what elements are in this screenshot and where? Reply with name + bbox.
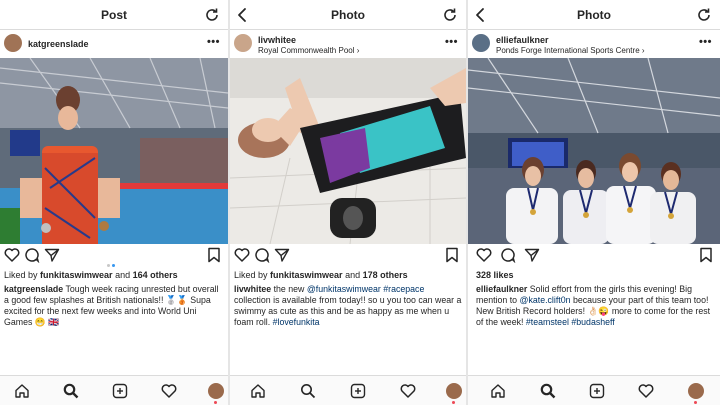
bookmark-icon[interactable]: [698, 247, 714, 263]
post-location[interactable]: Royal Commonwealth Pool ›: [258, 46, 359, 55]
caption-hashtag[interactable]: #teamsteel: [526, 317, 569, 327]
share-icon[interactable]: [274, 247, 290, 263]
liker-username[interactable]: funkitaswimwear: [270, 270, 343, 280]
refresh-icon[interactable]: [442, 7, 458, 23]
post-panel-livwhitee: Photo livwhitee Royal Commonwealth Pool …: [230, 0, 466, 405]
post-caption: livwhitee the new @funkitaswimwear #race…: [234, 284, 462, 328]
home-icon[interactable]: [490, 383, 506, 399]
caption-text: the new: [271, 284, 307, 294]
caption-username[interactable]: elliefaulkner: [476, 284, 527, 294]
post-photo[interactable]: [0, 58, 228, 244]
top-bar: Post: [0, 0, 228, 30]
bottom-nav: [468, 375, 720, 405]
likes-prefix: Liked by: [234, 270, 271, 280]
post-caption: katgreenslade Tough week racing unrested…: [4, 284, 224, 328]
caption-mention[interactable]: @funkitaswimwear: [307, 284, 381, 294]
post-actions: [230, 247, 466, 267]
comment-icon[interactable]: [24, 247, 40, 263]
refresh-icon[interactable]: [204, 7, 220, 23]
caption-text: collection is available from today!! so …: [234, 295, 462, 327]
likes-and: and: [342, 270, 363, 280]
likes-and: and: [112, 270, 133, 280]
comment-icon[interactable]: [254, 247, 270, 263]
caption-hashtag[interactable]: #budasheff: [571, 317, 614, 327]
activity-icon[interactable]: [400, 383, 416, 399]
comment-icon[interactable]: [500, 247, 516, 263]
carousel-indicator: [106, 254, 116, 267]
heart-icon[interactable]: [234, 247, 250, 263]
likes-count[interactable]: 164 others: [133, 270, 178, 280]
notification-dot: [452, 401, 455, 404]
top-bar: Photo: [230, 0, 466, 30]
more-options-icon[interactable]: •••: [207, 36, 220, 48]
refresh-icon[interactable]: [696, 7, 712, 23]
top-bar: Photo: [468, 0, 720, 30]
likes-count[interactable]: 178 others: [363, 270, 408, 280]
heart-icon[interactable]: [4, 247, 20, 263]
profile-avatar[interactable]: [208, 383, 224, 399]
home-icon[interactable]: [14, 383, 30, 399]
share-icon[interactable]: [44, 247, 60, 263]
post-caption: elliefaulkner Solid effort from the girl…: [476, 284, 716, 328]
activity-icon[interactable]: [638, 383, 654, 399]
bottom-nav: [230, 375, 466, 405]
home-icon[interactable]: [250, 383, 266, 399]
search-icon[interactable]: [300, 383, 316, 399]
notification-dot: [694, 401, 697, 404]
likes-count[interactable]: 328 likes: [476, 270, 514, 280]
search-icon[interactable]: [540, 383, 556, 399]
caption-hashtag[interactable]: #racepace: [383, 284, 424, 294]
bottom-nav: [0, 375, 228, 405]
author-username[interactable]: katgreenslade: [28, 39, 89, 49]
share-icon[interactable]: [524, 247, 540, 263]
heart-icon[interactable]: [476, 247, 492, 263]
post-actions: [468, 247, 720, 267]
author-username[interactable]: livwhitee: [258, 35, 296, 45]
author-username[interactable]: elliefaulkner: [496, 35, 549, 45]
bookmark-icon[interactable]: [444, 247, 460, 263]
post-panel-elliefaulkner: Photo elliefaulkner Ponds Forge Internat…: [468, 0, 720, 405]
more-options-icon[interactable]: •••: [445, 36, 458, 48]
bookmark-icon[interactable]: [206, 247, 222, 263]
header-title: Photo: [577, 8, 611, 22]
post-author-row[interactable]: elliefaulkner Ponds Forge International …: [468, 31, 720, 57]
header-title: Post: [100, 8, 127, 22]
liker-username[interactable]: funkitaswimwear: [40, 270, 113, 280]
post-photo[interactable]: [468, 58, 720, 244]
avatar[interactable]: [4, 34, 22, 52]
more-options-icon[interactable]: •••: [699, 36, 712, 48]
post-location[interactable]: Ponds Forge International Sports Centre …: [496, 46, 645, 55]
post-actions: [0, 247, 228, 267]
likes-summary[interactable]: Liked by funkitaswimwear and 178 others: [234, 270, 408, 280]
post-author-row[interactable]: livwhitee Royal Commonwealth Pool › •••: [230, 31, 466, 57]
post-author-row[interactable]: katgreenslade •••: [0, 31, 228, 57]
new-post-icon[interactable]: [589, 383, 605, 399]
caption-hashtag[interactable]: #lovefunkita: [273, 317, 320, 327]
caption-mention[interactable]: @kate.clift0n: [520, 295, 571, 305]
likes-summary[interactable]: Liked by funkitaswimwear and 164 others: [4, 270, 178, 280]
profile-avatar[interactable]: [446, 383, 462, 399]
post-photo[interactable]: [230, 58, 466, 244]
notification-dot: [214, 401, 217, 404]
new-post-icon[interactable]: [112, 383, 128, 399]
header-title: Photo: [331, 8, 365, 22]
new-post-icon[interactable]: [350, 383, 366, 399]
avatar[interactable]: [472, 34, 490, 52]
likes-summary[interactable]: 328 likes: [476, 270, 514, 280]
avatar[interactable]: [234, 34, 252, 52]
caption-username[interactable]: katgreenslade: [4, 284, 63, 294]
post-panel-katgreenslade: Post katgreenslade ••• Liked by funkitas…: [0, 0, 228, 405]
likes-prefix: Liked by: [4, 270, 41, 280]
profile-avatar[interactable]: [688, 383, 704, 399]
caption-username[interactable]: livwhitee: [234, 284, 271, 294]
activity-icon[interactable]: [161, 383, 177, 399]
search-icon[interactable]: [63, 383, 79, 399]
